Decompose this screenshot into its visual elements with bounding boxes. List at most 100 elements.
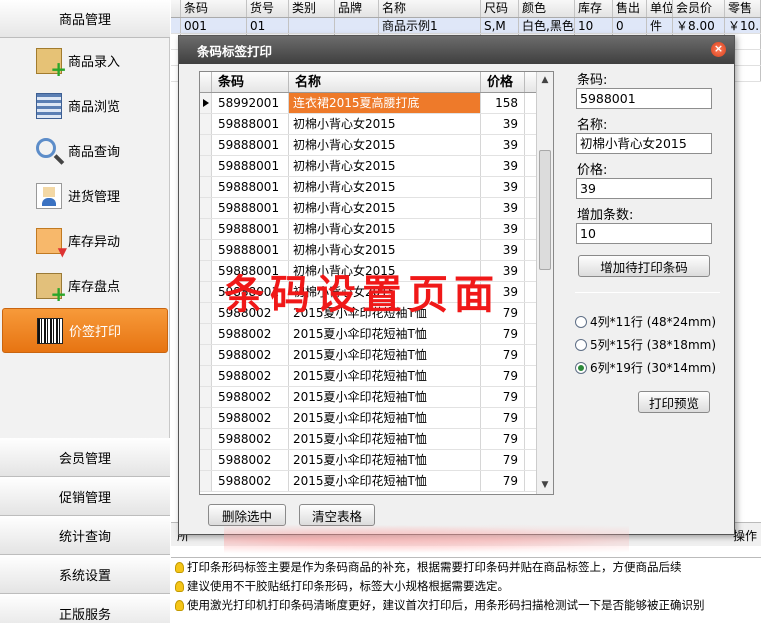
column-header-name[interactable]: 名称 (289, 72, 481, 92)
name-cell: 连衣裙2015夏高腰打底 (289, 93, 481, 113)
sidebar-menu-button[interactable]: 会员管理 (0, 438, 170, 477)
table-row[interactable]: 5988002 2015夏小伞印花短袖T恤 79 (200, 429, 553, 450)
table-row[interactable]: 5988002 2015夏小伞印花短袖T恤 79 (200, 450, 553, 471)
sidebar-header[interactable]: 商品管理 (0, 0, 170, 38)
operation-label[interactable]: 操作 (733, 527, 757, 544)
close-icon[interactable]: × (711, 42, 726, 57)
table-row[interactable]: 5988002 2015夏小伞印花短袖T恤 79 (200, 345, 553, 366)
product-column-header[interactable]: 品牌 (335, 0, 379, 17)
table-row[interactable]: 59888001 初棉小背心女2015 39 (200, 135, 553, 156)
table-cell: 01 (247, 18, 289, 33)
grid-scrollbar[interactable]: ▲ ▼ (536, 72, 553, 494)
radio-button[interactable] (575, 338, 587, 351)
tip-text: 建议使用不干胶贴纸打印条形码，标签大小规格根据需要选定。 (187, 579, 509, 593)
name-cell: 2015夏小伞印花短袖T恤 (289, 450, 481, 470)
layout-option-2[interactable]: 6列*19行 (30*14mm) (575, 359, 716, 376)
radio-button[interactable] (575, 315, 587, 328)
table-row[interactable]: 59888001 初棉小背心女2015 39 (200, 177, 553, 198)
table-row[interactable]: 59888001 初棉小背心女2015 39 (200, 156, 553, 177)
table-row[interactable]: 5988002 2015夏小伞印花短袖T恤 79 (200, 408, 553, 429)
sidebar-nav: 商品录入商品浏览商品查询进货管理库存异动库存盘点价签打印 (0, 38, 170, 353)
table-row[interactable]: 5988002 2015夏小伞印花短袖T恤 79 (200, 303, 553, 324)
product-column-header[interactable]: 类别 (289, 0, 335, 17)
product-column-header[interactable]: 尺码 (481, 0, 519, 17)
barcode-cell: 59888001 (212, 240, 289, 260)
table-row[interactable]: 59888001 初棉小背心女2015 39 (200, 261, 553, 282)
dialog-title-bar[interactable]: 条码标签打印 × (179, 36, 734, 64)
lightbulb-icon (175, 562, 184, 573)
scroll-up-icon[interactable]: ▲ (537, 72, 553, 89)
table-row[interactable]: 59888001 初棉小背心女2015 39 (200, 198, 553, 219)
table-row[interactable]: 5988002 2015夏小伞印花短袖T恤 79 (200, 471, 553, 492)
price-input[interactable]: 39 (576, 178, 712, 199)
scroll-down-icon[interactable]: ▼ (537, 477, 553, 494)
sidebar-item-label: 进货管理 (68, 190, 121, 205)
product-column-header[interactable]: 名称 (379, 0, 481, 17)
blurred-watermark (224, 524, 629, 554)
table-cell: ￥8.00 (673, 18, 725, 33)
product-column-header[interactable]: 会员价 (673, 0, 725, 17)
column-header-price[interactable]: 价格 (481, 72, 525, 92)
table-row[interactable]: 5988002 2015夏小伞印花短袖T恤 79 (200, 366, 553, 387)
print-preview-button[interactable]: 打印预览 (638, 391, 710, 413)
table-row[interactable]: 59888001 初棉小背心女2015 39 (200, 219, 553, 240)
sidebar-item-0[interactable]: 商品录入 (0, 38, 170, 83)
product-column-header[interactable]: 零售 (725, 0, 761, 17)
sidebar-menu-button[interactable]: 统计查询 (0, 516, 170, 555)
barcode-cell: 5988002 (212, 429, 289, 449)
barcode-cell: 58992001 (212, 93, 289, 113)
sidebar-item-5[interactable]: 库存盘点 (0, 263, 170, 308)
table-row[interactable]: 5988002 2015夏小伞印花短袖T恤 79 (200, 387, 553, 408)
price-cell: 39 (481, 156, 525, 176)
layout-option-1[interactable]: 5列*15行 (38*18mm) (575, 336, 716, 353)
product-column-header[interactable]: 库存 (575, 0, 613, 17)
barcode-cell: 5988002 (212, 450, 289, 470)
sidebar-item-1[interactable]: 商品浏览 (0, 83, 170, 128)
price-cell: 79 (481, 345, 525, 365)
dialog-title: 条码标签打印 (197, 43, 273, 59)
barcode-input[interactable]: 5988001 (576, 88, 712, 109)
name-cell: 初棉小背心女2015 (289, 135, 481, 155)
sidebar-item-6[interactable]: 价签打印 (2, 308, 168, 353)
product-column-header[interactable]: 货号 (247, 0, 289, 17)
table-row[interactable]: 59888001 初棉小背心女2015 39 (200, 282, 553, 303)
product-column-header[interactable]: 售出 (613, 0, 647, 17)
barcode-cell: 5988002 (212, 471, 289, 491)
price-cell: 39 (481, 261, 525, 281)
sidebar-item-4[interactable]: 库存异动 (0, 218, 170, 263)
name-input[interactable]: 初棉小背心女2015 (576, 133, 712, 154)
name-cell: 初棉小背心女2015 (289, 282, 481, 302)
price-label: 价格: (577, 163, 608, 178)
inventory-change-icon (36, 227, 67, 259)
table-row[interactable]: 58992001 连衣裙2015夏高腰打底 158 (200, 93, 553, 114)
sidebar-menu-button[interactable]: 正版服务 (0, 594, 170, 623)
sidebar-item-3[interactable]: 进货管理 (0, 173, 170, 218)
count-input[interactable]: 10 (576, 223, 712, 244)
radio-button[interactable] (575, 361, 587, 374)
table-row[interactable]: 001 01 商品示例1 S,M 白色,黑色 10 0 件 ￥8.00 ￥10. (171, 18, 761, 34)
sidebar-menu-button[interactable]: 系统设置 (0, 555, 170, 594)
product-column-header[interactable]: 条码 (181, 0, 247, 17)
row-marker (200, 177, 212, 197)
add-pending-barcode-button[interactable]: 增加待打印条码 (578, 255, 710, 277)
clear-table-button[interactable]: 清空表格 (299, 504, 375, 526)
column-header-barcode[interactable]: 条码 (212, 72, 289, 92)
table-row[interactable]: 5988002 2015夏小伞印花短袖T恤 79 (200, 324, 553, 345)
table-row[interactable]: 59888001 初棉小背心女2015 39 (200, 240, 553, 261)
sidebar-item-2[interactable]: 商品查询 (0, 128, 170, 173)
scroll-thumb[interactable] (539, 150, 551, 270)
row-marker (200, 366, 212, 386)
sidebar-menu-button[interactable]: 促销管理 (0, 477, 170, 516)
sidebar-item-label: 库存盘点 (68, 280, 121, 295)
layout-option-0[interactable]: 4列*11行 (48*24mm) (575, 313, 716, 330)
product-column-header[interactable]: 单位 (647, 0, 673, 17)
label-queue-grid: 条码 名称 价格 58992001 连衣裙2015夏高腰打底 158 59888001… (199, 71, 554, 495)
product-column-header[interactable]: 颜色 (519, 0, 575, 17)
tips-panel: 打印条形码标签主要是作为条码商品的补充，根据需要打印条码并贴在商品标签上，方便商… (171, 557, 761, 623)
table-cell: 10 (575, 18, 613, 33)
name-cell: 2015夏小伞印花短袖T恤 (289, 303, 481, 323)
name-cell: 2015夏小伞印花短袖T恤 (289, 471, 481, 491)
delete-selected-button[interactable]: 删除选中 (208, 504, 286, 526)
sidebar-item-label: 商品浏览 (68, 100, 121, 115)
table-row[interactable]: 59888001 初棉小背心女2015 39 (200, 114, 553, 135)
